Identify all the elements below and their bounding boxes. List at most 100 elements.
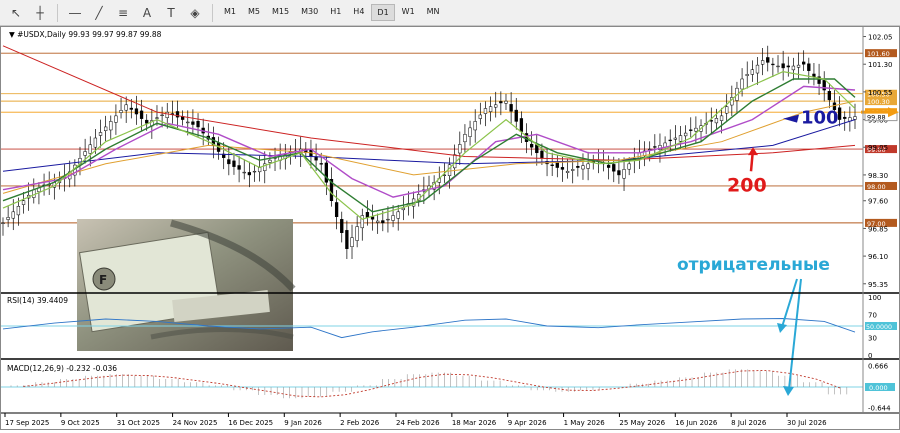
candle-body <box>21 200 26 205</box>
candle-body <box>324 162 328 183</box>
candle-body <box>689 129 693 131</box>
shapes-icon[interactable]: ◈ <box>185 3 205 23</box>
price-tick-label: 102.05 <box>868 34 893 42</box>
label-icon[interactable]: T <box>161 3 181 23</box>
candle-body <box>381 220 385 224</box>
macd-tick-label: 0.000 <box>869 384 888 392</box>
candle-body <box>257 167 262 173</box>
ma200-annotation: 200 <box>727 175 767 197</box>
chart-toolbar: ↖ ┼ ― ╱ ≡ A T ◈ M1 M5 M15 M30 H1 H4 D1 W1 MN <box>0 0 900 26</box>
crosshair-icon[interactable]: ┼ <box>30 3 50 23</box>
candle-body <box>340 219 344 233</box>
candle-body <box>242 171 246 174</box>
candle-body <box>771 63 775 66</box>
candle-body <box>760 60 765 65</box>
level-label: 101.60 <box>867 50 890 58</box>
toolbar-divider <box>212 3 213 22</box>
candle-body <box>791 65 796 71</box>
candle-body <box>837 107 842 120</box>
fibonacci-icon[interactable]: ≡ <box>113 3 133 23</box>
candle-body <box>191 121 195 125</box>
candle-body <box>627 163 631 170</box>
candle-body <box>612 164 616 172</box>
candle-body <box>786 65 790 68</box>
price-chart[interactable]: 101.60100.50100.30100.0099.0098.0097.00 … <box>1 27 899 429</box>
candle-body <box>478 114 482 119</box>
candle-body <box>186 121 190 124</box>
rsi-tick-label: 50.0000 <box>866 324 892 331</box>
candle-body <box>139 110 144 119</box>
macd-header: MACD(12,26,9) -0.232 -0.036 <box>7 364 117 373</box>
time-tick-label: 8 Jul 2026 <box>731 419 767 427</box>
candle-body <box>98 132 103 136</box>
chart-header: ▼ #USDX,Daily 99.93 99.97 99.87 99.88 <box>9 30 162 39</box>
cursor-icon[interactable]: ↖ <box>6 3 26 23</box>
candle-body <box>853 116 857 120</box>
level-label: 98.00 <box>867 183 886 191</box>
candle-body <box>571 169 575 171</box>
candle-body <box>165 111 169 118</box>
timeframe-m5[interactable]: M5 <box>243 4 265 21</box>
macd-tick-label: -0.644 <box>868 405 891 413</box>
text-icon[interactable]: A <box>137 3 157 23</box>
candle-body <box>447 164 452 176</box>
candle-body <box>365 212 370 218</box>
time-tick-label: 18 Mar 2026 <box>452 419 497 427</box>
candle-body <box>109 121 113 131</box>
time-tick-label: 25 May 2026 <box>619 419 665 427</box>
timeframe-h1[interactable]: H1 <box>325 4 346 21</box>
time-tick-label: 30 Jul 2026 <box>787 419 827 427</box>
candle-body <box>268 159 272 163</box>
candle-body <box>586 163 590 169</box>
candle-body <box>134 108 139 115</box>
candle-body <box>581 165 585 170</box>
candle-body <box>453 154 457 169</box>
timeframe-h4[interactable]: H4 <box>348 4 369 21</box>
candle-body <box>750 69 754 75</box>
price-tick-label: 96.10 <box>868 253 888 261</box>
time-tick-label: 9 Apr 2026 <box>508 419 547 427</box>
candle-body <box>622 169 626 179</box>
trendline-icon[interactable]: ╱ <box>89 3 109 23</box>
candle-body <box>781 63 785 69</box>
timeframe-m1[interactable]: M1 <box>219 4 241 21</box>
candle-body <box>683 132 688 137</box>
rsi-header: RSI(14) 39.4409 <box>7 296 68 305</box>
timeframe-mn[interactable]: MN <box>422 4 445 21</box>
candle-body <box>504 100 508 104</box>
candle-body <box>796 64 801 68</box>
candle-body <box>678 135 683 142</box>
candle-body <box>252 170 257 173</box>
horizontal-line-icon[interactable]: ― <box>65 3 85 23</box>
candle-body <box>196 120 200 128</box>
candle-body <box>802 61 806 65</box>
candle-body <box>714 118 719 124</box>
time-tick-label: 9 Jan 2026 <box>284 419 322 427</box>
candle-body <box>565 170 570 173</box>
candle-body <box>376 220 380 223</box>
timeframe-d1[interactable]: D1 <box>371 4 395 21</box>
price-tick-label: 101.30 <box>868 61 893 69</box>
candle-body <box>247 172 252 176</box>
candle-body <box>360 215 364 229</box>
timeframe-m30[interactable]: M30 <box>296 4 323 21</box>
candle-body <box>606 165 611 168</box>
rsi-tick-label: 30 <box>868 335 877 343</box>
time-tick-label: 9 Oct 2025 <box>61 419 100 427</box>
candle-body <box>32 189 36 198</box>
candle-body <box>6 217 10 220</box>
candle-body <box>694 127 698 132</box>
candle-body <box>386 218 390 221</box>
timeframe-m15[interactable]: M15 <box>267 4 294 21</box>
candle-body <box>16 206 21 216</box>
candle-body <box>391 215 395 221</box>
candle-body <box>560 167 565 170</box>
candle-body <box>550 164 554 166</box>
time-tick-label: 2 Feb 2026 <box>340 419 380 427</box>
candle-body <box>129 107 133 110</box>
chart-frame: 101.60100.50100.30100.0099.0098.0097.00 … <box>0 26 900 430</box>
timeframe-w1[interactable]: W1 <box>397 4 420 21</box>
macd-tick-label: 0.666 <box>868 363 889 371</box>
rsi-tick-label: 70 <box>868 311 877 319</box>
candle-body <box>145 119 149 124</box>
